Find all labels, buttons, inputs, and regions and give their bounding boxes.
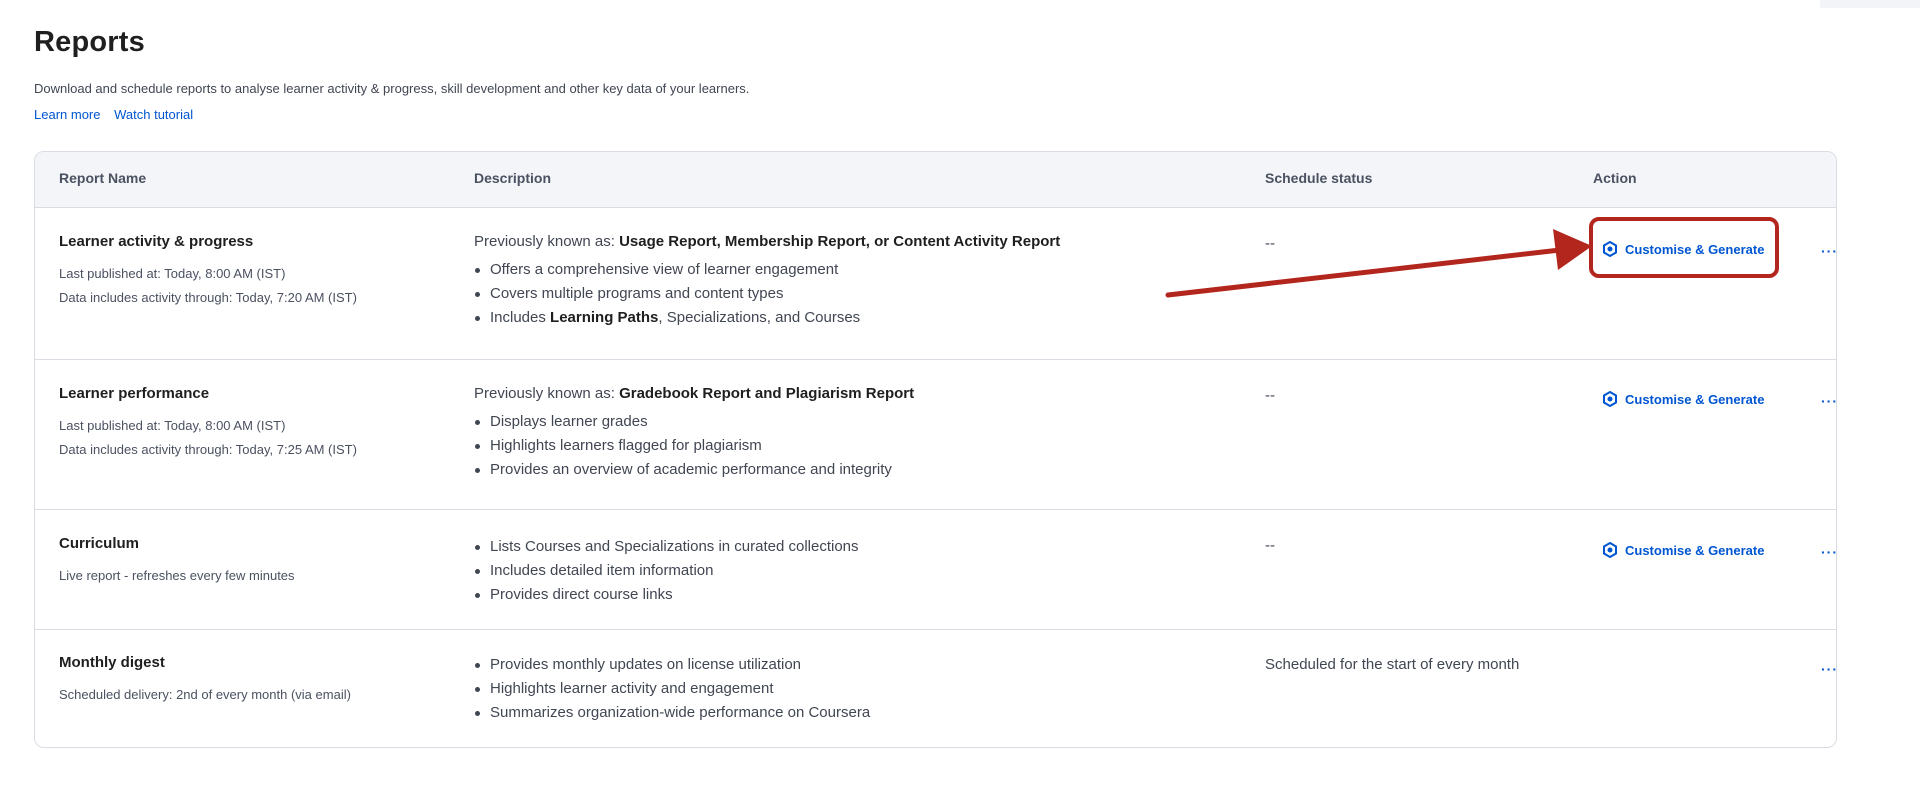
previously-known-as: Previously known as: Usage Report, Membe…	[474, 233, 1060, 250]
schedule-status: --	[1265, 537, 1275, 554]
live-report-note: Live report - refreshes every few minute…	[59, 568, 295, 583]
report-name: Curriculum	[59, 535, 140, 552]
list-item: Lists Courses and Specializations in cur…	[474, 535, 859, 559]
list-item: Provides an overview of academic perform…	[474, 458, 914, 482]
report-name-cell: Monthly digest Scheduled delivery: 2nd o…	[59, 654, 351, 707]
table-row: Monthly digest Scheduled delivery: 2nd o…	[35, 630, 1836, 747]
prev-label: Previously known as:	[474, 233, 615, 250]
prev-label: Previously known as:	[474, 385, 615, 402]
customise-generate-button[interactable]: Customise & Generate	[1602, 542, 1764, 558]
description-list: Lists Courses and Specializations in cur…	[474, 535, 859, 607]
schedule-status: --	[1265, 235, 1275, 252]
more-options-button[interactable]: ···	[1821, 394, 1836, 408]
bullet-bold: Learning Paths	[550, 309, 659, 326]
more-options-button[interactable]: ···	[1821, 244, 1836, 258]
report-name-cell: Learner performance Last published at: T…	[59, 385, 357, 462]
customise-generate-label: Customise & Generate	[1625, 391, 1765, 407]
description-list: Provides monthly updates on license util…	[474, 653, 870, 725]
gear-hexagon-icon	[1603, 391, 1617, 407]
description-list: Offers a comprehensive view of learner e…	[474, 258, 1060, 330]
header-description: Description	[474, 170, 552, 186]
table-header: Report Name Description Schedule status …	[35, 152, 1836, 208]
description-cell: Provides monthly updates on license util…	[474, 653, 870, 725]
gear-hexagon-icon	[1603, 542, 1617, 558]
description-cell: Previously known as: Gradebook Report an…	[474, 385, 914, 482]
report-name: Monthly digest	[59, 654, 165, 671]
header-report-name: Report Name	[59, 170, 147, 186]
page-title: Reports	[34, 26, 145, 58]
prev-value: Gradebook Report and Plagiarism Report	[619, 385, 915, 402]
scheduled-delivery: Scheduled delivery: 2nd of every month (…	[59, 687, 351, 702]
bullet-pre: Includes	[490, 309, 546, 326]
last-published: Last published at: Today, 8:00 AM (IST)	[59, 418, 286, 433]
previously-known-as: Previously known as: Gradebook Report an…	[474, 385, 914, 402]
description-cell: Lists Courses and Specializations in cur…	[474, 535, 859, 607]
description-list: Displays learner grades Highlights learn…	[474, 410, 914, 482]
list-item: Offers a comprehensive view of learner e…	[474, 258, 1060, 282]
description-cell: Previously known as: Usage Report, Membe…	[474, 233, 1060, 330]
report-name: Learner activity & progress	[59, 233, 254, 250]
table-row: Learner activity & progress Last publish…	[35, 208, 1836, 360]
table-row: Learner performance Last published at: T…	[35, 360, 1836, 510]
customise-generate-button[interactable]: Customise & Generate	[1602, 391, 1764, 407]
list-item: Includes Learning Paths, Specializations…	[474, 306, 1060, 330]
page-header: Reports Download and schedule reports to…	[34, 26, 1814, 122]
list-item: Highlights learner activity and engageme…	[474, 677, 870, 701]
help-links: Learn more Watch tutorial	[34, 107, 1814, 122]
list-item: Covers multiple programs and content typ…	[474, 282, 1060, 306]
bullet-post: , Specializations, and Courses	[658, 309, 861, 326]
top-right-strip	[1820, 0, 1920, 8]
header-schedule-status: Schedule status	[1265, 170, 1373, 186]
schedule-status: --	[1265, 387, 1275, 404]
list-item: Provides direct course links	[474, 583, 859, 607]
list-item: Provides monthly updates on license util…	[474, 653, 870, 677]
report-meta: Scheduled delivery: 2nd of every month (…	[59, 683, 351, 707]
header-action: Action	[1593, 170, 1637, 186]
report-name-cell: Learner activity & progress Last publish…	[59, 233, 357, 310]
prev-value: Usage Report, Membership Report, or Cont…	[619, 233, 1061, 250]
report-meta: Last published at: Today, 8:00 AM (IST) …	[59, 262, 357, 310]
table-row: Curriculum Live report - refreshes every…	[35, 510, 1836, 630]
report-meta: Last published at: Today, 8:00 AM (IST) …	[59, 414, 357, 462]
data-through: Data includes activity through: Today, 7…	[59, 290, 357, 305]
highlight-box	[1589, 217, 1779, 278]
more-options-button[interactable]: ···	[1821, 545, 1836, 559]
schedule-status: Scheduled for the start of every month	[1265, 656, 1520, 673]
data-through: Data includes activity through: Today, 7…	[59, 442, 357, 457]
last-published: Last published at: Today, 8:00 AM (IST)	[59, 266, 286, 281]
list-item: Summarizes organization-wide performance…	[474, 701, 870, 725]
list-item: Displays learner grades	[474, 410, 914, 434]
list-item: Highlights learners flagged for plagiari…	[474, 434, 914, 458]
watch-tutorial-link[interactable]: Watch tutorial	[114, 107, 193, 122]
report-name: Learner performance	[59, 385, 210, 402]
customise-generate-label: Customise & Generate	[1625, 542, 1765, 558]
report-meta: Live report - refreshes every few minute…	[59, 564, 295, 588]
list-item: Includes detailed item information	[474, 559, 859, 583]
learn-more-link[interactable]: Learn more	[34, 107, 100, 122]
page-subtitle: Download and schedule reports to analyse…	[34, 81, 750, 96]
report-name-cell: Curriculum Live report - refreshes every…	[59, 535, 295, 588]
reports-table: Report Name Description Schedule status …	[34, 151, 1837, 748]
more-options-button[interactable]: ···	[1821, 662, 1836, 676]
